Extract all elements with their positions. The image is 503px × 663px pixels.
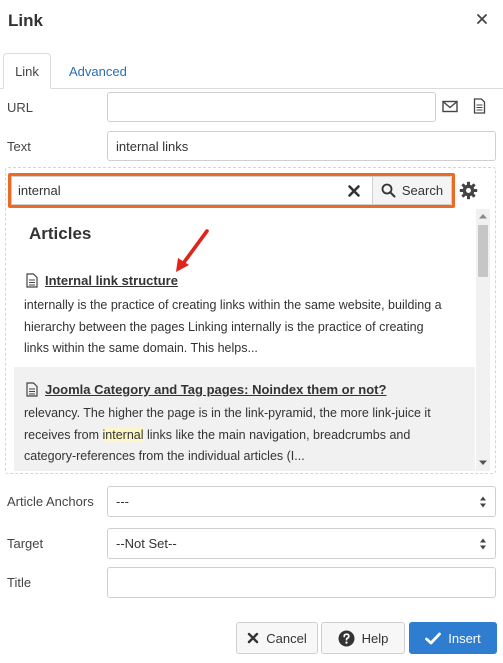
file-icon[interactable] — [473, 98, 486, 114]
text-label: Text — [7, 139, 31, 154]
dialog-title: Link — [8, 11, 43, 30]
email-icon[interactable] — [442, 100, 458, 113]
close-icon[interactable] — [475, 12, 489, 26]
search-input[interactable]: internal — [11, 176, 373, 205]
result-title-link[interactable]: Internal link structure — [45, 273, 178, 288]
document-icon — [26, 273, 38, 288]
scroll-up-icon[interactable] — [478, 212, 488, 220]
url-input[interactable] — [107, 92, 436, 122]
clear-search-icon[interactable] — [345, 182, 363, 200]
search-icon — [381, 183, 396, 198]
cancel-button[interactable]: Cancel — [236, 622, 318, 654]
tab-link[interactable]: Link — [3, 53, 51, 89]
select-arrows-icon — [480, 496, 486, 508]
insert-button-label: Insert — [448, 630, 481, 646]
article-anchors-select[interactable]: --- — [107, 486, 496, 517]
title-label: Title — [7, 575, 32, 590]
help-button-label: Help — [361, 630, 389, 646]
document-icon — [26, 382, 38, 397]
annotation-arrow-icon — [176, 229, 209, 272]
result-item[interactable]: Articles Internal link structure interna… — [14, 209, 475, 367]
scroll-down-icon[interactable] — [478, 459, 488, 467]
result-excerpt: relevancy. The higher the page is in the… — [24, 406, 431, 463]
result-item[interactable]: Joomla Category and Tag pages: Noindex t… — [14, 368, 475, 471]
help-icon — [338, 630, 355, 646]
checkmark-icon — [425, 632, 442, 644]
text-input[interactable]: internal links — [107, 131, 496, 161]
article-anchors-label: Article Anchors — [7, 494, 94, 509]
title-input[interactable] — [107, 567, 496, 598]
scrollbar-thumb[interactable] — [478, 225, 488, 277]
gear-icon[interactable] — [459, 181, 478, 200]
search-button-label: Search — [401, 183, 444, 198]
search-results-list: Articles Internal link structure interna… — [14, 209, 475, 471]
target-label: Target — [7, 536, 44, 551]
target-select[interactable]: --Not Set-- — [107, 528, 496, 559]
url-label: URL — [7, 100, 34, 115]
select-arrows-icon — [480, 538, 486, 550]
help-button[interactable]: Help — [321, 622, 405, 654]
tab-advanced[interactable]: Advanced — [58, 53, 138, 89]
result-title-link[interactable]: Joomla Category and Tag pages: Noindex t… — [45, 382, 386, 397]
search-term-highlight: internal — [102, 427, 144, 442]
insert-button[interactable]: Insert — [409, 622, 497, 654]
cancel-button-label: Cancel — [266, 630, 307, 646]
search-button[interactable]: Search — [372, 176, 452, 205]
result-excerpt: internally is the practice of creating l… — [24, 298, 442, 355]
close-icon — [248, 632, 259, 644]
results-section-title: Articles — [29, 224, 92, 243]
